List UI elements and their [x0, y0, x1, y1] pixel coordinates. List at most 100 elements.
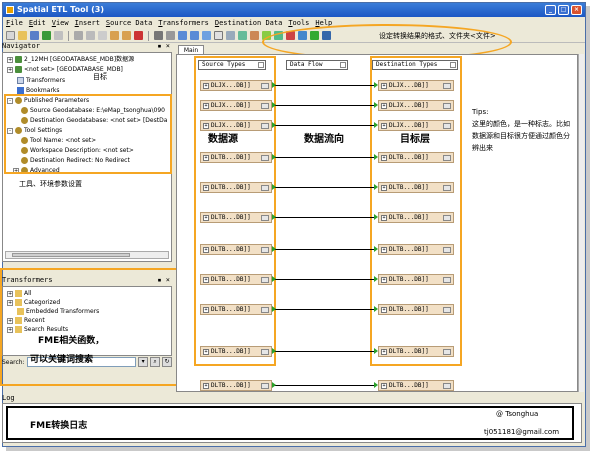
- source-feature-type[interactable]: + DLTB...DB]]: [200, 244, 272, 255]
- menu-source-data[interactable]: Source Data: [106, 17, 152, 29]
- properties-icon[interactable]: [443, 349, 451, 355]
- add-reader-icon[interactable]: [250, 31, 259, 40]
- source-feature-type[interactable]: + DLTB...DB]]: [200, 182, 272, 193]
- properties-icon[interactable]: [261, 83, 269, 89]
- input-port[interactable]: [374, 122, 378, 128]
- expand-toggle[interactable]: +: [381, 184, 387, 191]
- stop-icon[interactable]: [54, 31, 63, 40]
- expand-icon[interactable]: [258, 62, 264, 68]
- maximize-button[interactable]: □: [558, 5, 569, 15]
- properties-icon[interactable]: [261, 383, 269, 389]
- destination-feature-type[interactable]: + DLTB...DB]]: [378, 380, 454, 391]
- properties-icon[interactable]: [443, 83, 451, 89]
- source-feature-type[interactable]: + DLTB...DB]]: [200, 212, 272, 223]
- pan-icon[interactable]: [166, 31, 175, 40]
- menu-edit[interactable]: Edit: [29, 17, 46, 29]
- expand-toggle[interactable]: +: [381, 348, 387, 355]
- properties-icon[interactable]: [443, 123, 451, 129]
- destination-feature-type[interactable]: + DLTB...DB]]: [378, 346, 454, 357]
- cut-icon[interactable]: [74, 31, 83, 40]
- destination-feature-type[interactable]: + DLTB...DB]]: [378, 182, 454, 193]
- expand-toggle[interactable]: +: [381, 122, 387, 129]
- run-icon[interactable]: [42, 31, 51, 40]
- destination-feature-type[interactable]: + DLTB...DB]]: [378, 274, 454, 285]
- expand-toggle[interactable]: +: [7, 56, 13, 63]
- input-port[interactable]: [374, 348, 378, 354]
- destination-types-header[interactable]: Destination Types: [372, 60, 458, 70]
- input-port[interactable]: [374, 276, 378, 282]
- navigator-hscrollbar[interactable]: [5, 251, 169, 259]
- properties-icon[interactable]: [261, 123, 269, 129]
- destination-feature-type[interactable]: + DLTB...DB]]: [378, 152, 454, 163]
- source-feature-type[interactable]: + DLTB...DB]]: [200, 346, 272, 357]
- delete-icon[interactable]: [134, 31, 143, 40]
- properties-icon[interactable]: [443, 307, 451, 313]
- properties-icon[interactable]: [261, 103, 269, 109]
- tab-main[interactable]: Main: [178, 45, 204, 54]
- expand-toggle[interactable]: +: [381, 82, 387, 89]
- zoom-100-icon[interactable]: [214, 31, 223, 40]
- zoom-out-icon[interactable]: [190, 31, 199, 40]
- expand-toggle[interactable]: +: [203, 382, 209, 389]
- properties-icon[interactable]: [261, 349, 269, 355]
- save-icon[interactable]: [30, 31, 39, 40]
- source-types-header[interactable]: Source Types: [198, 60, 266, 70]
- input-port[interactable]: [374, 382, 378, 388]
- expand-toggle[interactable]: +: [381, 246, 387, 253]
- new-icon[interactable]: [6, 31, 15, 40]
- input-port[interactable]: [374, 82, 378, 88]
- input-port[interactable]: [374, 184, 378, 190]
- data-flow-connection[interactable]: [272, 351, 376, 352]
- properties-icon[interactable]: [443, 215, 451, 221]
- properties-icon[interactable]: [261, 155, 269, 161]
- expand-toggle[interactable]: +: [203, 246, 209, 253]
- redo-icon[interactable]: [122, 31, 131, 40]
- destination-feature-type[interactable]: + DLJX...DB]]: [378, 80, 454, 91]
- expand-toggle[interactable]: +: [203, 306, 209, 313]
- data-flow-connection[interactable]: [272, 309, 376, 310]
- expand-toggle[interactable]: +: [203, 276, 209, 283]
- menu-view[interactable]: View: [52, 17, 69, 29]
- select-icon[interactable]: [154, 31, 163, 40]
- input-port[interactable]: [374, 246, 378, 252]
- expand-toggle[interactable]: +: [203, 154, 209, 161]
- expand-toggle[interactable]: +: [203, 102, 209, 109]
- output-port[interactable]: [272, 102, 276, 108]
- expand-toggle[interactable]: +: [203, 82, 209, 89]
- data-flow-header[interactable]: Data Flow: [286, 60, 348, 70]
- source-feature-type[interactable]: + DLTB...DB]]: [200, 152, 272, 163]
- properties-icon[interactable]: [261, 247, 269, 253]
- expand-toggle[interactable]: +: [381, 306, 387, 313]
- output-port[interactable]: [272, 214, 276, 220]
- expand-toggle[interactable]: +: [203, 184, 209, 191]
- menu-transformers[interactable]: Transformers: [158, 17, 209, 29]
- close-button[interactable]: ×: [571, 5, 582, 15]
- output-port[interactable]: [272, 276, 276, 282]
- scrollbar-thumb[interactable]: [12, 253, 130, 257]
- zoom-in-icon[interactable]: [178, 31, 187, 40]
- expand-toggle[interactable]: +: [381, 102, 387, 109]
- output-port[interactable]: [272, 82, 276, 88]
- data-flow-connection[interactable]: [272, 385, 376, 386]
- navigator-item[interactable]: + 2_12MH [GEODATABASE_MDB]数据源: [7, 55, 134, 64]
- data-flow-connection[interactable]: [272, 217, 376, 218]
- expand-icon[interactable]: [450, 62, 456, 68]
- undo-icon[interactable]: [110, 31, 119, 40]
- menu-destination-data[interactable]: Destination Data: [215, 17, 282, 29]
- source-feature-type[interactable]: + DLTB...DB]]: [200, 274, 272, 285]
- expand-icon[interactable]: [340, 62, 346, 68]
- output-port[interactable]: [272, 382, 276, 388]
- paste-icon[interactable]: [98, 31, 107, 40]
- data-flow-connection[interactable]: [272, 157, 376, 158]
- output-port[interactable]: [272, 122, 276, 128]
- properties-icon[interactable]: [443, 185, 451, 191]
- input-port[interactable]: [374, 214, 378, 220]
- layout-icon[interactable]: [226, 31, 235, 40]
- expand-toggle[interactable]: +: [381, 382, 387, 389]
- source-feature-type[interactable]: + DLJX...DB]]: [200, 80, 272, 91]
- output-port[interactable]: [272, 348, 276, 354]
- expand-toggle[interactable]: +: [203, 122, 209, 129]
- data-flow-connection[interactable]: [272, 249, 376, 250]
- source-feature-type[interactable]: + DLTB...DB]]: [200, 304, 272, 315]
- properties-icon[interactable]: [261, 307, 269, 313]
